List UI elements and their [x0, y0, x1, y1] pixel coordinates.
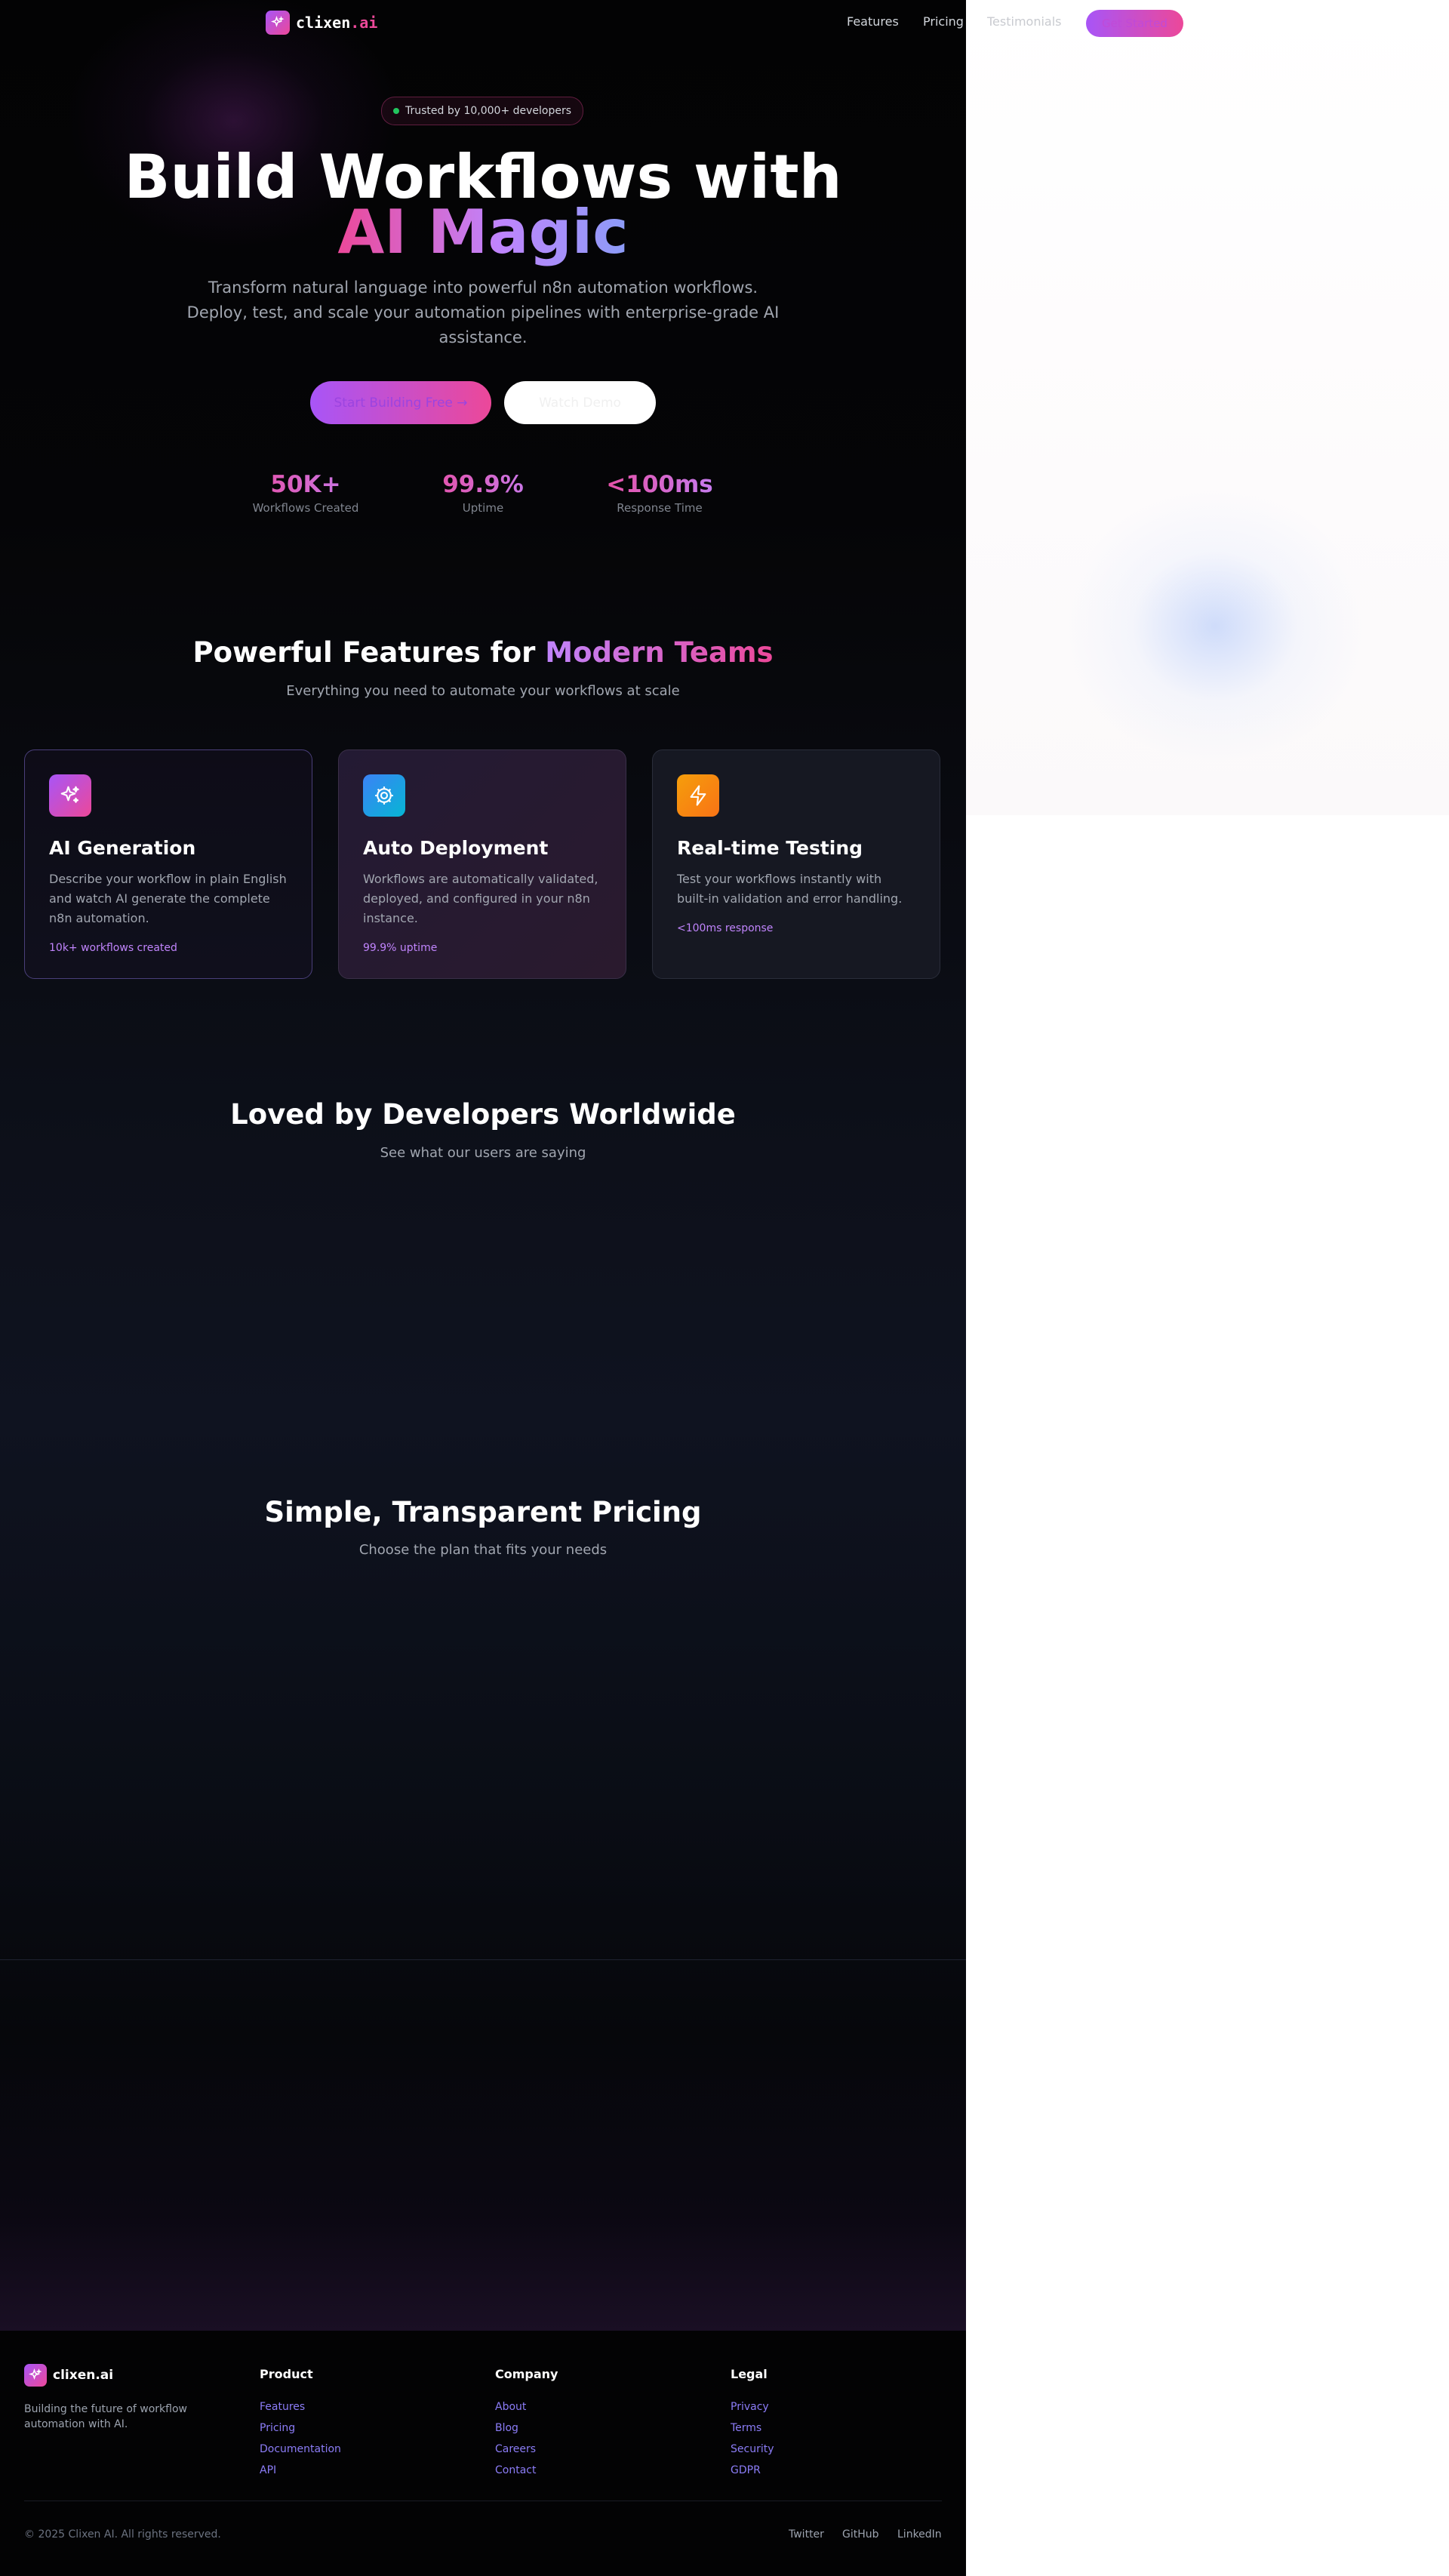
- nav-link-features[interactable]: Features: [847, 14, 899, 29]
- footer-link-security[interactable]: Security: [731, 2439, 774, 2460]
- feature-card-meta: <100ms response: [677, 922, 774, 934]
- features-title: Powerful Features for Modern Teams: [0, 636, 966, 669]
- gear-icon: [363, 774, 405, 817]
- stat-label: Workflows Created: [252, 501, 359, 515]
- footer-column-product: Product Features Pricing Documentation A…: [260, 2367, 341, 2481]
- start-building-button[interactable]: Start Building Free →: [310, 381, 491, 424]
- stat-response-time: <100ms Response Time: [584, 471, 735, 515]
- features-title-plain: Powerful Features for: [192, 636, 546, 669]
- stat-workflows: 50K+ Workflows Created: [230, 471, 381, 515]
- brand-name-main: clixen: [296, 14, 351, 32]
- features-subtitle: Everything you need to automate your wor…: [286, 683, 680, 699]
- pricing-title: Simple, Transparent Pricing: [264, 1496, 702, 1528]
- footer-column-company: Company About Blog Careers Contact: [495, 2367, 558, 2481]
- feature-card-auto-deployment[interactable]: Auto Deployment Workflows are automatica…: [338, 749, 626, 979]
- footer-link-linkedin[interactable]: LinkedIn: [897, 2528, 942, 2541]
- footer-logo[interactable]: clixen.ai: [24, 2364, 113, 2387]
- trusted-badge-text: Trusted by 10,000+ developers: [405, 105, 572, 117]
- footer-column-heading: Product: [260, 2367, 313, 2381]
- sparkles-icon: [49, 774, 91, 817]
- section-divider: [0, 1959, 966, 1960]
- footer-tagline: Building the future of workflow automati…: [24, 2403, 188, 2430]
- footer-link-twitter[interactable]: Twitter: [789, 2528, 824, 2541]
- feature-card-desc: Describe your workflow in plain English …: [49, 872, 287, 925]
- features-title-accent: Modern Teams: [545, 636, 774, 669]
- stat-label: Response Time: [617, 501, 703, 515]
- footer-column-heading: Company: [495, 2367, 558, 2381]
- footer-link-blog[interactable]: Blog: [495, 2418, 558, 2439]
- trusted-badge: Trusted by 10,000+ developers: [381, 97, 584, 125]
- sparkles-logo-icon: [24, 2364, 47, 2387]
- nav-link-testimonials[interactable]: Testimonials: [987, 14, 1062, 29]
- feature-card-meta: 99.9% uptime: [363, 942, 438, 954]
- footer-link-contact[interactable]: Contact: [495, 2460, 558, 2481]
- nav-link-pricing[interactable]: Pricing: [923, 14, 964, 29]
- footer-link-pricing[interactable]: Pricing: [260, 2418, 341, 2439]
- testimonials-subtitle: See what our users are saying: [380, 1145, 586, 1161]
- feature-card-ai-generation[interactable]: AI Generation Describe your workflow in …: [24, 749, 312, 979]
- brand-name-accent: .ai: [350, 14, 378, 32]
- feature-card-title: AI Generation: [49, 837, 196, 859]
- feature-card-desc: Test your workflows instantly with built…: [677, 872, 903, 906]
- feature-card-desc: Workflows are automatically validated, d…: [363, 872, 598, 925]
- brand-name: clixen.ai: [296, 14, 377, 32]
- brand-logo[interactable]: clixen.ai: [266, 11, 377, 35]
- stat-value: <100ms: [584, 471, 735, 498]
- feature-card-title: Real-time Testing: [677, 837, 863, 859]
- hero-title-line2: AI Magic: [0, 202, 966, 263]
- footer-brand: clixen.ai: [53, 2368, 114, 2383]
- stat-label: Uptime: [462, 501, 504, 515]
- footer-link-api[interactable]: API: [260, 2460, 341, 2481]
- feature-card-title: Auto Deployment: [363, 837, 549, 859]
- landing-page: Powerful Features for Modern Teams Every…: [0, 0, 966, 2576]
- stat-value: 99.9%: [408, 471, 558, 498]
- sparkles-logo-icon: [266, 11, 290, 35]
- background-glow-right: [966, 0, 1449, 815]
- footer-link-about[interactable]: About: [495, 2396, 558, 2418]
- hero-subtitle: Transform natural language into powerful…: [186, 279, 780, 346]
- watch-demo-button[interactable]: Watch Demo: [504, 381, 656, 424]
- top-navigation: clixen.ai Features Pricing Testimonials …: [0, 0, 1449, 47]
- footer-column-heading: Legal: [731, 2367, 768, 2381]
- footer-link-careers[interactable]: Careers: [495, 2439, 558, 2460]
- stat-uptime: 99.9% Uptime: [408, 471, 558, 515]
- footer-link-terms[interactable]: Terms: [731, 2418, 774, 2439]
- footer-copyright: © 2025 Clixen AI. All rights reserved.: [24, 2528, 221, 2541]
- footer: clixen.ai Building the future of workflo…: [0, 2331, 966, 2576]
- hero-title-accent: AI Magic: [337, 197, 629, 267]
- footer-link-github[interactable]: GitHub: [842, 2528, 879, 2541]
- status-dot-icon: [393, 108, 399, 114]
- get-started-button[interactable]: Get Started: [1086, 10, 1183, 37]
- pricing-subtitle: Choose the plan that fits your needs: [358, 1542, 608, 1558]
- footer-link-features[interactable]: Features: [260, 2396, 341, 2418]
- footer-column-legal: Legal Privacy Terms Security GDPR: [731, 2367, 774, 2481]
- feature-card-real-time-testing[interactable]: Real-time Testing Test your workflows in…: [652, 749, 940, 979]
- footer-link-privacy[interactable]: Privacy: [731, 2396, 774, 2418]
- lightning-icon: [677, 774, 719, 817]
- footer-link-documentation[interactable]: Documentation: [260, 2439, 341, 2460]
- feature-card-meta: 10k+ workflows created: [49, 942, 177, 954]
- stat-value: 50K+: [230, 471, 381, 498]
- testimonials-title: Loved by Developers Worldwide: [230, 1098, 736, 1131]
- footer-link-gdpr[interactable]: GDPR: [731, 2460, 774, 2481]
